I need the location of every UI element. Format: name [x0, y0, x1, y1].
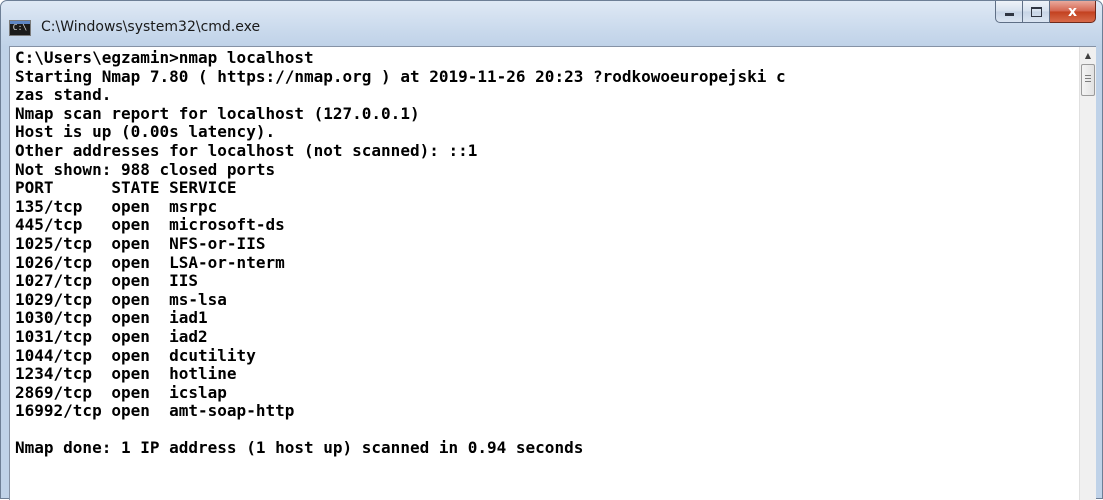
console-line: Not shown: 988 closed ports: [15, 159, 276, 179]
window-title: C:\Windows\system32\cmd.exe: [41, 19, 261, 35]
console-line: PORT STATE SERVICE: [15, 178, 237, 198]
console-line: 16992/tcp open amt-soap-http: [15, 401, 295, 421]
console-line: 1025/tcp open NFS-or-IIS: [15, 233, 266, 253]
console-line: 1027/tcp open IIS: [15, 271, 199, 291]
maximize-icon: [1030, 6, 1042, 17]
console-line: C:\Users\egzamin>nmap localhost: [15, 48, 314, 67]
minimize-icon: [1004, 13, 1014, 16]
console-line: 1031/tcp open iad2: [15, 326, 208, 346]
console-line: 135/tcp open msrpc: [15, 196, 218, 216]
console-line: Other addresses for localhost (not scann…: [15, 140, 478, 160]
maximize-button[interactable]: [1023, 1, 1050, 23]
minimize-button[interactable]: [995, 1, 1023, 23]
console-line: Nmap scan report for localhost (127.0.0.…: [15, 103, 420, 123]
console-line: 2869/tcp open icslap: [15, 382, 227, 402]
console-line: 445/tcp open microsoft-ds: [15, 215, 285, 235]
console-line: 1044/tcp open dcutility: [15, 345, 256, 365]
console-line: zas stand.: [15, 85, 112, 105]
console-line: 1026/tcp open LSA-or-nterm: [15, 252, 285, 272]
console-line: 1030/tcp open iad1: [15, 308, 208, 328]
console-app-icon[interactable]: C:\: [9, 20, 31, 36]
console-line: 1029/tcp open ms-lsa: [15, 289, 227, 309]
vertical-scrollbar[interactable]: ▲: [1079, 47, 1096, 500]
console-line: 1234/tcp open hotline: [15, 364, 237, 384]
console-line: Nmap done: 1 IP address (1 host up) scan…: [15, 438, 584, 458]
close-icon: x: [1067, 3, 1078, 20]
console-line: Host is up (0.00s latency).: [15, 122, 276, 142]
app-icon-label: C:\: [12, 23, 28, 32]
title-bar[interactable]: C:\ C:\Windows\system32\cmd.exe x: [1, 1, 1102, 45]
console-line: Starting Nmap 7.80 ( https://nmap.org ) …: [15, 66, 786, 86]
cmd-window: C:\ C:\Windows\system32\cmd.exe x C:\Use…: [0, 0, 1103, 500]
caption-buttons: x: [995, 1, 1096, 23]
console-text: C:\Users\egzamin>nmap localhost Starting…: [15, 48, 786, 458]
thumb-grip-icon: [1085, 75, 1091, 84]
scroll-thumb[interactable]: [1081, 64, 1095, 96]
scroll-up-arrow-icon[interactable]: ▲: [1080, 47, 1096, 64]
console-output-area[interactable]: C:\Users\egzamin>nmap localhost Starting…: [9, 46, 1096, 500]
close-button[interactable]: x: [1050, 1, 1096, 23]
